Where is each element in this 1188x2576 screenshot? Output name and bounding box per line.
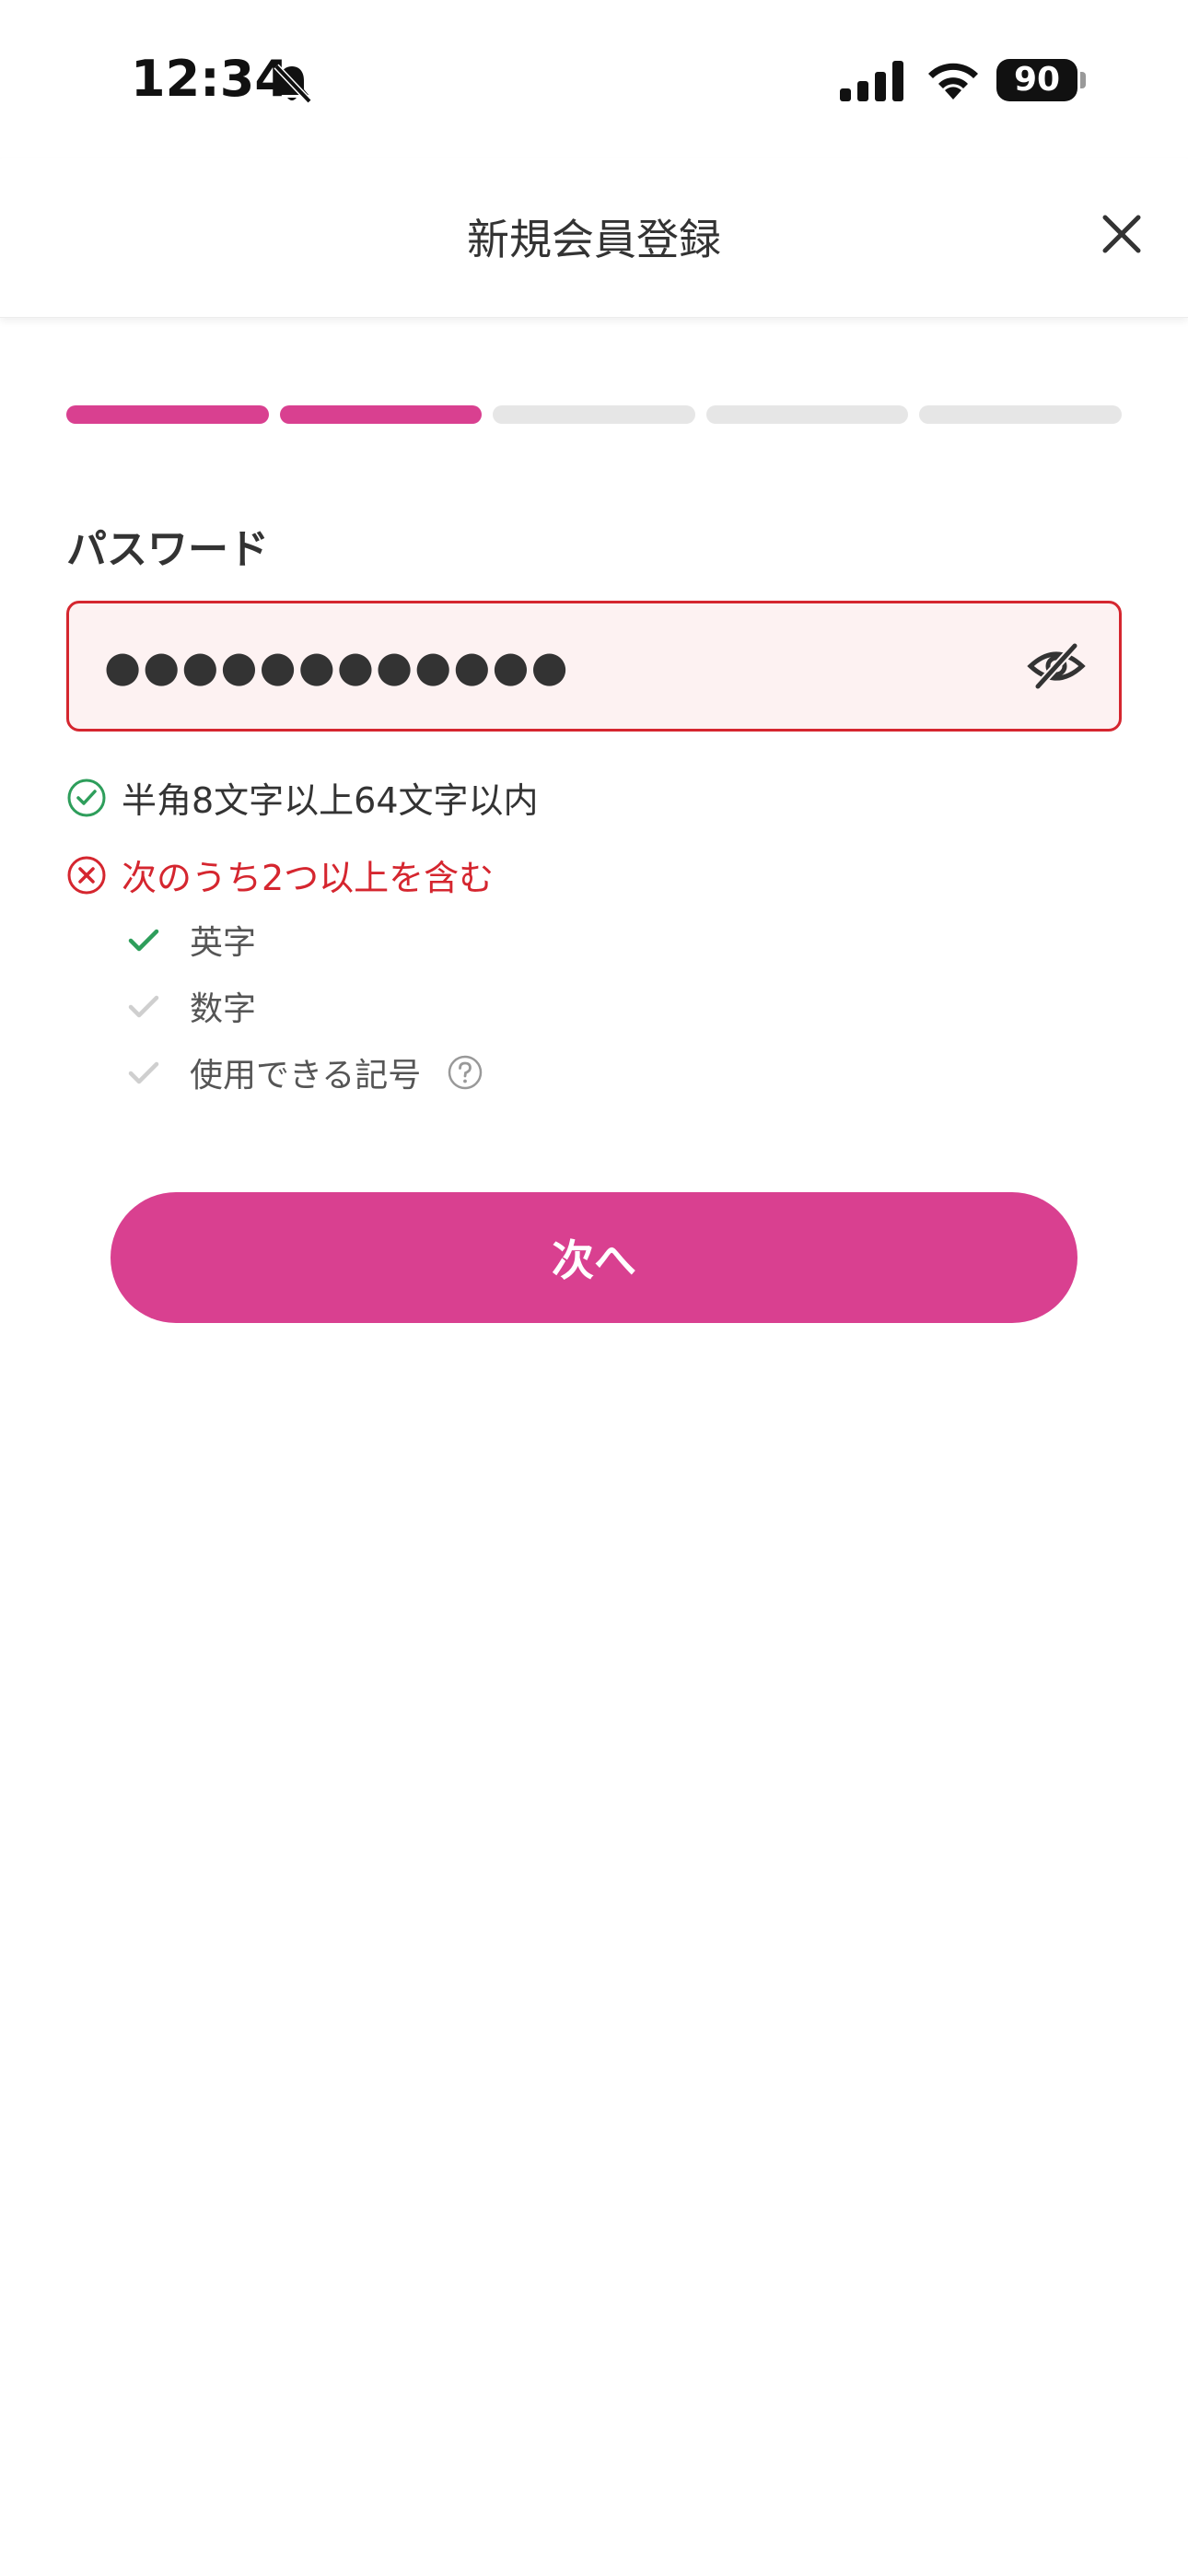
close-icon bbox=[1102, 215, 1141, 253]
rule-composition-text: 次のうち2つ以上を含む bbox=[122, 858, 495, 898]
check-icon bbox=[128, 1061, 159, 1084]
subrule-letters: 英字 bbox=[125, 916, 256, 964]
password-field[interactable]: ●●●●●●●●●●●● bbox=[66, 601, 1122, 732]
subrule-letters-text: 英字 bbox=[190, 924, 257, 962]
subrule-symbols-text: 使用できる記号 bbox=[190, 1057, 422, 1095]
next-button[interactable]: 次へ bbox=[111, 1192, 1077, 1323]
progress-step-5 bbox=[919, 405, 1122, 424]
rule-composition: 次のうち2つ以上を含む bbox=[66, 849, 494, 900]
battery-icon: 90 bbox=[996, 59, 1077, 101]
password-input[interactable]: ●●●●●●●●●●●● bbox=[104, 603, 570, 729]
page-title: 新規会員登録 bbox=[467, 215, 721, 264]
battery-cap bbox=[1080, 72, 1086, 88]
rule-length: 半角8文字以上64文字以内 bbox=[66, 772, 539, 823]
progress-step-4 bbox=[705, 405, 909, 424]
battery-level: 90 bbox=[1013, 61, 1061, 99]
close-button[interactable] bbox=[1094, 206, 1149, 262]
progress-step-1 bbox=[66, 405, 269, 424]
subrule-numbers: 数字 bbox=[125, 982, 256, 1030]
wifi-icon bbox=[928, 63, 978, 100]
check-icon bbox=[128, 929, 159, 952]
status-bar: 12:34 90 bbox=[0, 0, 1188, 158]
app-header: 新規会員登録 bbox=[0, 158, 1188, 318]
question-circle-icon[interactable] bbox=[447, 1054, 483, 1091]
subrule-symbols: 使用できる記号 bbox=[125, 1048, 483, 1096]
bell-slash-icon bbox=[274, 64, 312, 104]
x-circle-icon bbox=[67, 856, 106, 894]
step-progress bbox=[66, 405, 1122, 424]
password-label: パスワード bbox=[66, 526, 269, 573]
eye-slash-icon[interactable] bbox=[1027, 638, 1086, 694]
check-icon bbox=[128, 995, 159, 1018]
status-time: 12:34 bbox=[131, 50, 289, 108]
rule-length-text: 半角8文字以上64文字以内 bbox=[122, 780, 539, 821]
subrule-numbers-text: 数字 bbox=[190, 990, 257, 1028]
cellular-signal-icon bbox=[840, 61, 903, 101]
check-circle-icon bbox=[67, 779, 106, 816]
progress-step-2 bbox=[279, 405, 483, 424]
progress-step-3 bbox=[493, 405, 695, 424]
